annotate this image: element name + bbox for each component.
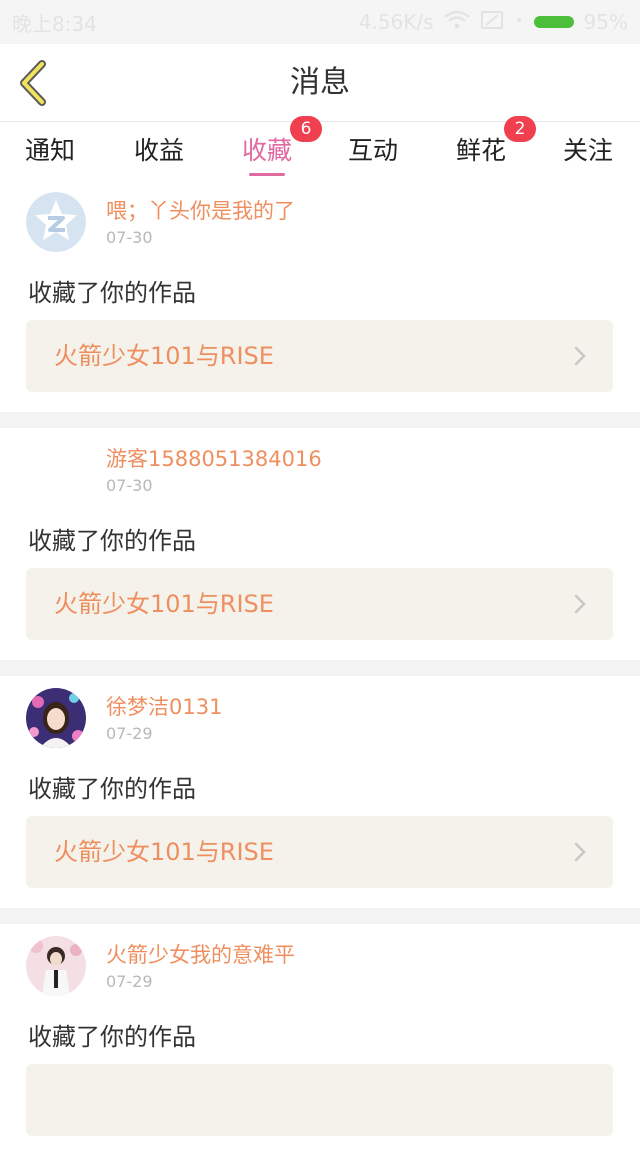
status-bar: 晚上8:34 4.56K/s 95% xyxy=(0,0,640,44)
chevron-right-icon xyxy=(574,346,586,366)
tab-flowers[interactable]: 鲜花 2 xyxy=(456,116,537,180)
timestamp: 07-29 xyxy=(106,972,153,991)
chevron-right-icon xyxy=(574,594,586,614)
user-name[interactable]: 徐梦洁0131 xyxy=(106,691,222,721)
flowers-badge: 2 xyxy=(504,116,537,142)
user-name[interactable]: 火箭少女我的意难平 xyxy=(106,939,295,969)
tab-earnings[interactable]: 收益 xyxy=(134,122,184,180)
tab-label: 收藏 xyxy=(242,136,293,165)
timestamp: 07-30 xyxy=(106,228,153,247)
user-photo-avatar xyxy=(26,936,86,996)
user-photo-avatar xyxy=(26,688,86,748)
divider xyxy=(0,412,640,428)
favorites-badge: 6 xyxy=(290,116,323,142)
tab-favorites[interactable]: 收藏 6 xyxy=(242,116,323,180)
work-link[interactable]: 火箭少女101与RISE xyxy=(26,320,613,392)
work-link[interactable]: 火箭少女101与RISE xyxy=(26,816,613,888)
qq-zone-avatar-icon xyxy=(26,192,86,252)
work-link[interactable] xyxy=(26,1064,613,1136)
list-item: 喂；丫头你是我的了 07-30 收藏了你的作品 火箭少女101与RISE xyxy=(0,180,640,412)
network-speed: 4.56K/s xyxy=(358,10,434,34)
tab-bar: 通知 收益 收藏 6 互动 鲜花 2 关注 xyxy=(0,116,640,180)
work-title: 火箭少女101与RISE xyxy=(54,838,274,866)
action-text: 收藏了你的作品 xyxy=(28,775,196,803)
status-time: 晚上8:34 xyxy=(12,11,97,36)
avatar[interactable] xyxy=(26,440,86,500)
user-name[interactable]: 游客1588051384016 xyxy=(106,443,322,473)
work-title: 火箭少女101与RISE xyxy=(54,590,274,618)
page-title: 消息 xyxy=(290,65,350,100)
wifi-icon xyxy=(443,10,470,35)
battery-percent: 95% xyxy=(583,10,628,34)
avatar[interactable] xyxy=(26,192,86,252)
avatar[interactable] xyxy=(26,688,86,748)
battery-icon xyxy=(533,16,574,28)
action-text: 收藏了你的作品 xyxy=(28,527,196,555)
avatar[interactable] xyxy=(26,936,86,996)
action-text: 收藏了你的作品 xyxy=(28,1023,196,1051)
timestamp: 07-29 xyxy=(106,724,153,743)
list-item: 火箭少女我的意难平 07-29 收藏了你的作品 xyxy=(0,924,640,1156)
chevron-right-icon xyxy=(574,842,586,862)
active-tab-indicator xyxy=(249,173,285,176)
user-name[interactable]: 喂；丫头你是我的了 xyxy=(106,195,295,225)
tab-label: 收益 xyxy=(134,136,185,165)
tab-interactions[interactable]: 互动 xyxy=(348,122,398,180)
divider xyxy=(0,908,640,924)
tab-label: 互动 xyxy=(348,136,399,165)
work-link[interactable]: 火箭少女101与RISE xyxy=(26,568,613,640)
tab-notifications[interactable]: 通知 xyxy=(25,122,75,180)
tab-following[interactable]: 关注 xyxy=(563,122,613,180)
signal-icon xyxy=(514,10,524,35)
timestamp: 07-30 xyxy=(106,476,153,495)
tab-label: 鲜花 xyxy=(456,136,507,165)
action-text: 收藏了你的作品 xyxy=(28,279,196,307)
tab-label: 关注 xyxy=(563,136,614,165)
work-title: 火箭少女101与RISE xyxy=(54,342,274,370)
divider xyxy=(0,660,640,676)
list-item: 徐梦洁0131 07-29 收藏了你的作品 火箭少女101与RISE xyxy=(0,676,640,908)
message-list: 喂；丫头你是我的了 07-30 收藏了你的作品 火箭少女101与RISE 游客1… xyxy=(0,180,640,1156)
sim-icon xyxy=(480,10,504,35)
tab-label: 通知 xyxy=(25,136,76,165)
title-bar: 消息 xyxy=(0,44,640,122)
list-item: 游客1588051384016 07-30 收藏了你的作品 火箭少女101与RI… xyxy=(0,428,640,660)
